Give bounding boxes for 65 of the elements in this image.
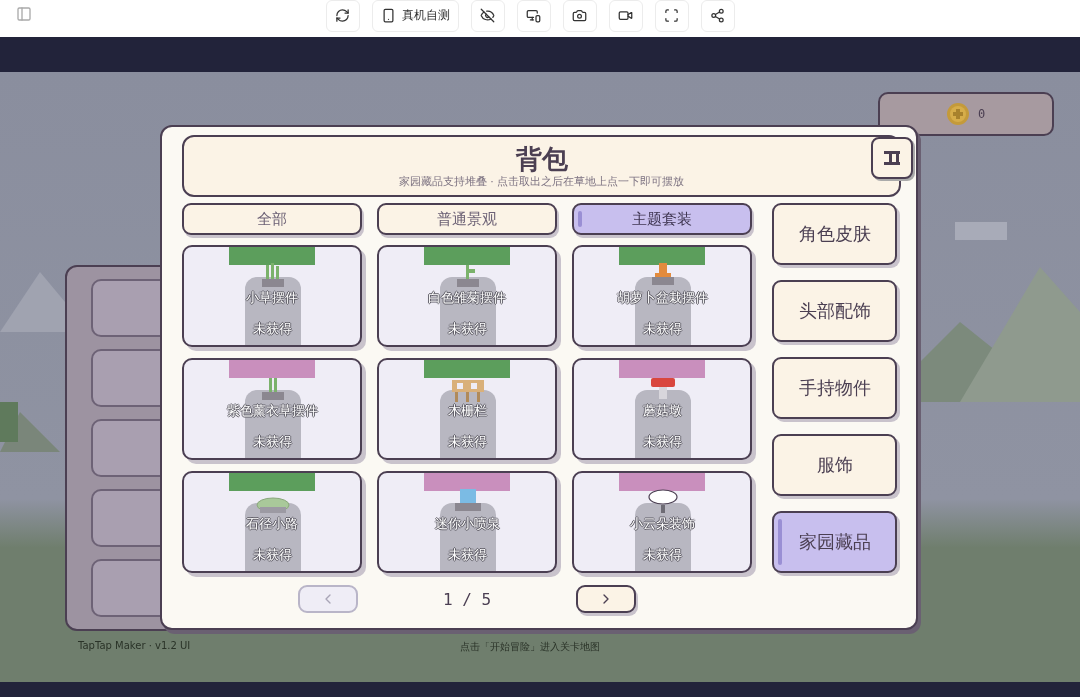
fountain-icon bbox=[455, 489, 481, 511]
category-tab[interactable]: 手持物件 bbox=[772, 357, 897, 419]
stone-path-icon bbox=[256, 497, 290, 513]
category-tab[interactable]: 头部配饰 bbox=[772, 280, 897, 342]
fence-icon bbox=[452, 380, 484, 402]
category-tab[interactable]: 家园藏品 bbox=[772, 511, 897, 573]
filter-tab[interactable]: 主题套装 bbox=[572, 203, 752, 235]
item-status: 未获得 bbox=[251, 433, 293, 451]
coin-icon bbox=[946, 102, 970, 126]
lavender-icon bbox=[262, 378, 284, 400]
item-status: 未获得 bbox=[641, 433, 683, 451]
page-indicator: 1 / 5 bbox=[441, 589, 493, 609]
item-slot bbox=[440, 390, 496, 458]
cloud-icon bbox=[648, 489, 678, 513]
hide-button[interactable] bbox=[471, 0, 505, 32]
close-icon bbox=[884, 151, 900, 165]
category-tab[interactable]: 角色皮肤 bbox=[772, 203, 897, 265]
hint-text: 点击「开始冒险」进入关卡地图 bbox=[460, 640, 600, 654]
close-button[interactable] bbox=[871, 137, 913, 179]
camera-icon bbox=[572, 8, 587, 23]
item-name: 小云朵装饰 bbox=[628, 515, 696, 533]
item-slot bbox=[635, 390, 691, 458]
coin-count: 0 bbox=[978, 107, 986, 121]
monitor-phone-icon bbox=[526, 8, 541, 23]
bush-drawing bbox=[0, 402, 18, 442]
item-slot bbox=[245, 277, 301, 345]
item-status: 未获得 bbox=[641, 546, 683, 564]
sidebar-toggle-icon[interactable] bbox=[16, 6, 32, 22]
item-status: 未获得 bbox=[446, 433, 488, 451]
eye-off-icon bbox=[480, 8, 495, 23]
item-name: 木栅栏 bbox=[446, 402, 488, 420]
item-slot bbox=[245, 503, 301, 571]
category-tab[interactable]: 服饰 bbox=[772, 434, 897, 496]
dialog-title: 背包 bbox=[515, 143, 568, 174]
fullscreen-icon bbox=[664, 8, 679, 23]
share-icon bbox=[710, 8, 725, 23]
filter-tab[interactable]: 普通景观 bbox=[377, 203, 557, 235]
sprout-icon bbox=[457, 265, 479, 287]
item-status: 未获得 bbox=[641, 320, 683, 338]
item-name: 迷你小喷泉 bbox=[433, 515, 501, 533]
item-name: 石径小路 bbox=[245, 515, 299, 533]
filter-tab[interactable]: 全部 bbox=[182, 203, 362, 235]
refresh-icon bbox=[335, 8, 350, 23]
device-switch-button[interactable] bbox=[517, 0, 551, 32]
item-name: 白色雏菊摆件 bbox=[427, 289, 507, 307]
carrot-icon bbox=[652, 263, 674, 285]
item-status: 未获得 bbox=[251, 320, 293, 338]
record-button[interactable] bbox=[609, 0, 643, 32]
grass-icon bbox=[262, 263, 284, 287]
refresh-button[interactable] bbox=[326, 0, 360, 32]
dialog-subtitle: 家园藏品支持堆叠 · 点击取出之后在草地上点一下即可摆放 bbox=[398, 173, 685, 189]
item-name: 蘑菇墩 bbox=[641, 402, 683, 420]
phone-icon bbox=[381, 8, 396, 23]
video-icon bbox=[618, 8, 633, 23]
item-status: 未获得 bbox=[251, 546, 293, 564]
mushroom-icon bbox=[651, 378, 675, 399]
screenshot-button[interactable] bbox=[563, 0, 597, 32]
item-status: 未获得 bbox=[446, 546, 488, 564]
next-page-button[interactable] bbox=[576, 585, 636, 613]
fullscreen-button[interactable] bbox=[655, 0, 689, 32]
item-name: 小草摆件 bbox=[245, 289, 299, 307]
version-label: TapTap Maker · v1.2 UI bbox=[78, 640, 191, 651]
item-status: 未获得 bbox=[446, 320, 488, 338]
share-button[interactable] bbox=[701, 0, 735, 32]
device-test-button[interactable]: 真机自测 bbox=[372, 0, 459, 32]
